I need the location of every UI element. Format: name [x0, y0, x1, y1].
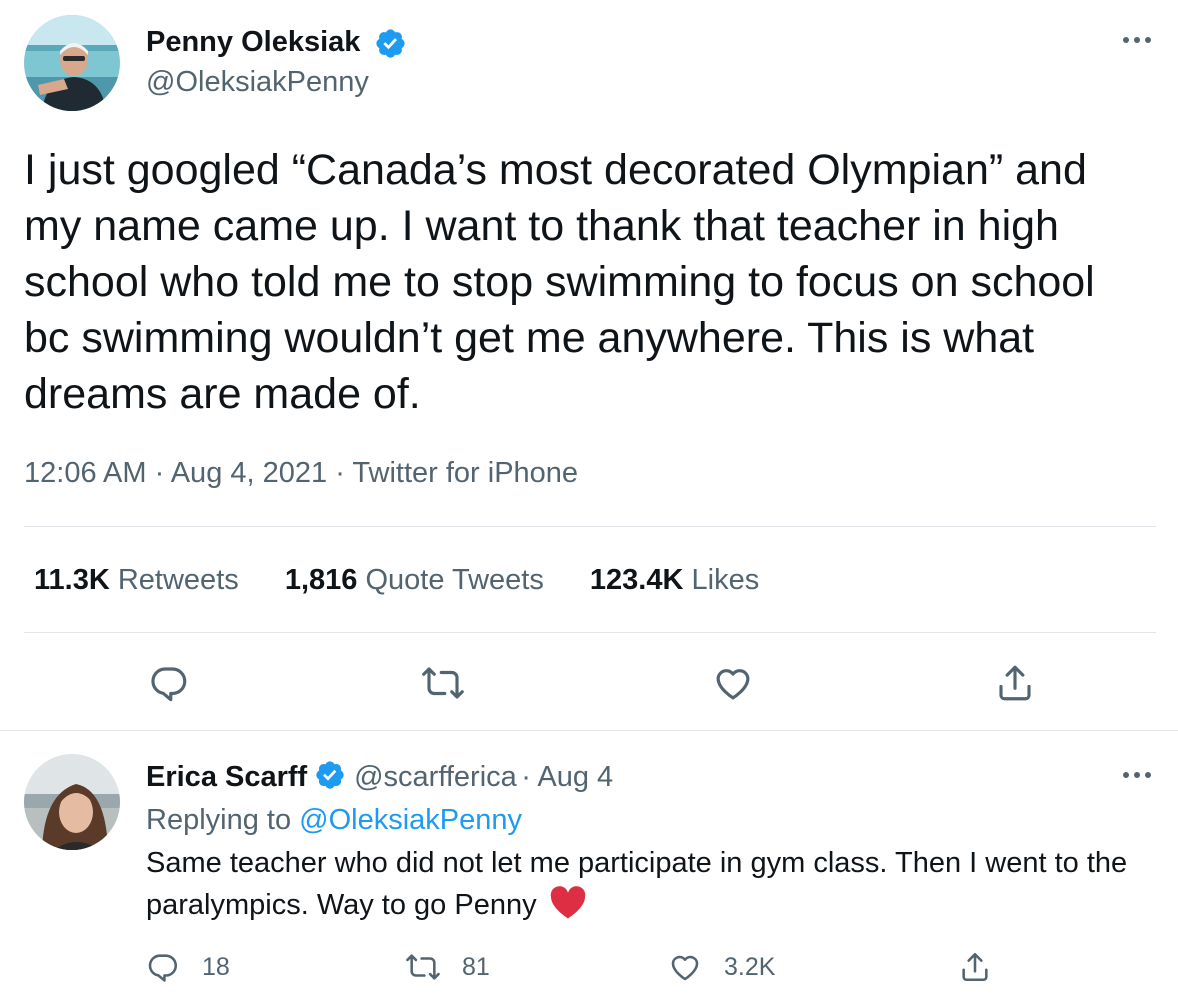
reply-author-handle[interactable]: @scarfferica [354, 761, 517, 793]
reply-header: Erica Scarff @scarfferica · Aug 4 [146, 759, 613, 796]
reply-icon [148, 954, 178, 982]
like-button[interactable] [710, 660, 756, 706]
tweet-date[interactable]: Aug 4, 2021 [171, 457, 327, 489]
heart-icon [671, 955, 699, 981]
likes-count: 123.4K [589, 564, 684, 596]
author-name[interactable]: Penny Oleksiak [146, 26, 360, 59]
more-icon[interactable] [1118, 30, 1156, 50]
likes-stat[interactable]: 123.4K Likes [590, 564, 759, 596]
reply-author-avatar[interactable] [24, 754, 120, 850]
divider [24, 526, 1156, 527]
meta-separator: · [335, 457, 353, 489]
quotes-count: 1,816 [284, 564, 358, 596]
reply-date[interactable]: · Aug 4 [521, 761, 613, 793]
reply-share-button[interactable] [958, 950, 992, 989]
reply-author-name[interactable]: Erica Scarff [146, 761, 307, 793]
retweet-icon [406, 954, 440, 980]
heart-emoji [549, 886, 587, 932]
retweets-count: 11.3K [34, 564, 110, 596]
retweet-icon [422, 667, 464, 699]
reply-text-block: Same teacher who did not let me particip… [146, 842, 1156, 932]
tweet-time[interactable]: 12:06 AM [24, 457, 147, 489]
retweet-button[interactable] [418, 660, 468, 706]
heart-icon [716, 669, 750, 700]
likes-label: Likes [691, 564, 760, 596]
replying-to-handle[interactable]: @OleksiakPenny [299, 804, 522, 836]
share-icon [999, 665, 1031, 701]
author-avatar[interactable] [24, 15, 120, 111]
replying-prefix: Replying to [146, 804, 292, 836]
more-icon[interactable] [1118, 765, 1156, 785]
reply-reply-button[interactable]: 18 [146, 950, 230, 984]
reply-retweet-button[interactable]: 81 [404, 950, 490, 984]
verified-badge-icon [374, 27, 407, 60]
reply-text: Same teacher who did not let me particip… [146, 847, 1128, 921]
retweets-label: Retweets [117, 564, 239, 596]
reply-count: 18 [202, 952, 230, 981]
reply-button[interactable] [146, 660, 192, 706]
verified-badge-icon [314, 759, 346, 796]
reply-icon [151, 667, 187, 702]
tweet-source[interactable]: Twitter for iPhone [352, 457, 578, 489]
replying-to: Replying to @OleksiakPenny [146, 804, 522, 837]
meta-separator: · [154, 457, 171, 489]
divider [0, 730, 1178, 731]
author-handle[interactable]: @OleksiakPenny [146, 66, 369, 99]
like-count: 3.2K [724, 952, 776, 981]
tweet-stats: 11.3K Retweets 1,816 Quote Tweets 123.4K… [34, 564, 797, 597]
reply-like-button[interactable]: 3.2K [668, 950, 775, 984]
quotes-stat[interactable]: 1,816 Quote Tweets [285, 564, 544, 596]
tweet-text: I just googled “Canada’s most decorated … [24, 146, 1095, 418]
tweet-meta: 12:06 AM · Aug 4, 2021 · Twitter for iPh… [24, 457, 578, 490]
retweet-count: 81 [462, 952, 490, 981]
quotes-label: Quote Tweets [365, 564, 544, 596]
share-button[interactable] [992, 660, 1038, 706]
share-icon [962, 952, 988, 982]
retweets-stat[interactable]: 11.3K Retweets [34, 564, 239, 596]
divider [24, 632, 1156, 633]
